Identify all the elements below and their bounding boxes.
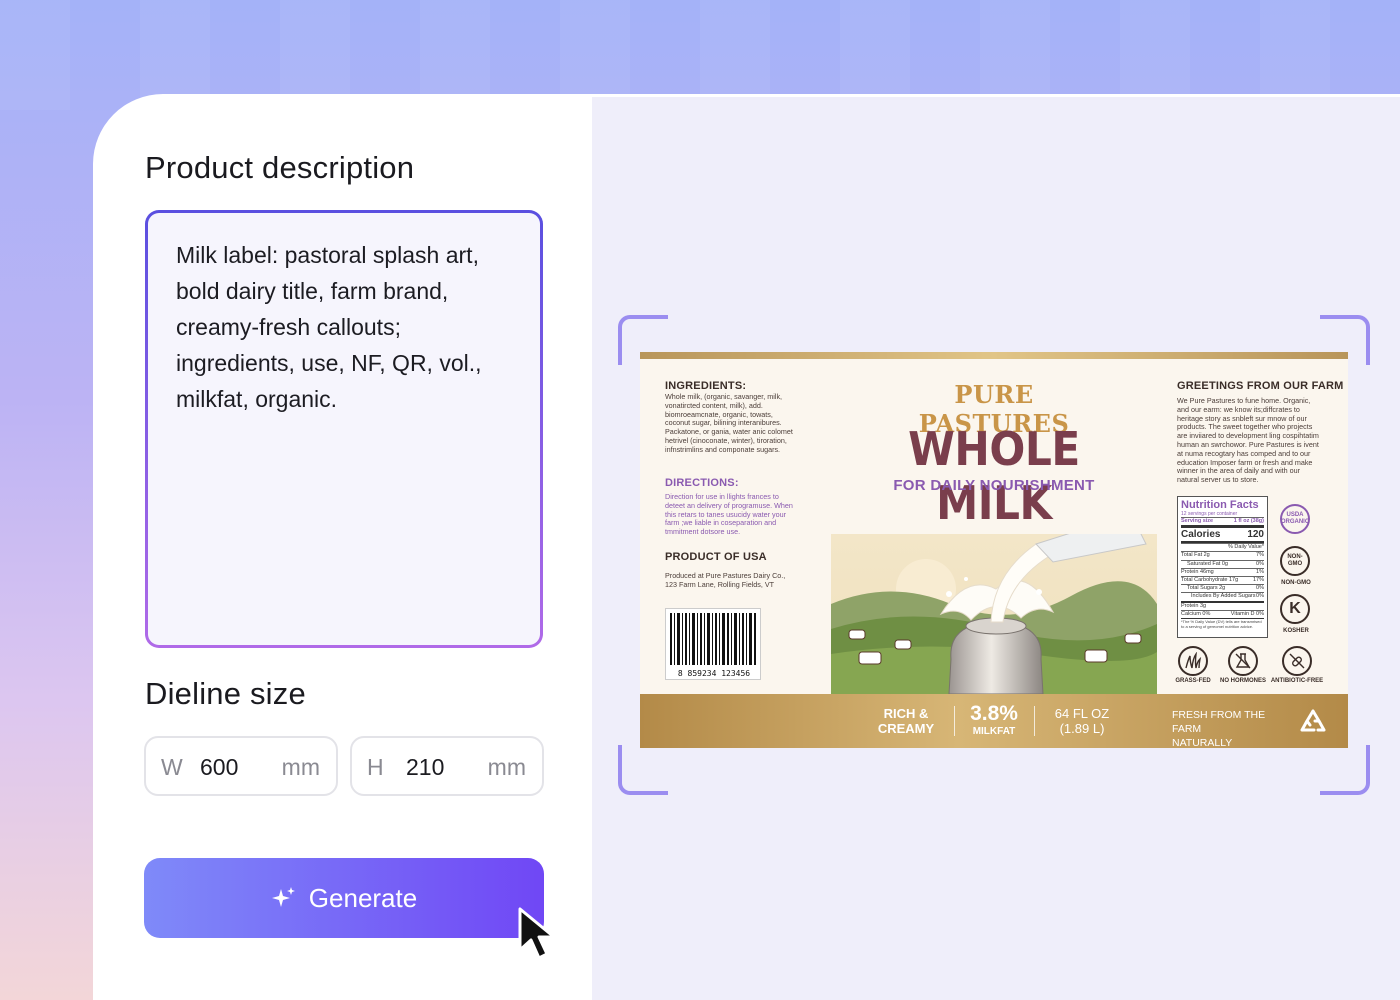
serving-size-label: Serving size	[1181, 518, 1214, 524]
no-hormones-caption: NO HORMONES	[1219, 678, 1266, 684]
pastoral-splash-illustration	[831, 534, 1157, 694]
width-prefix: W	[161, 754, 183, 780]
directions-title: DIRECTIONS:	[665, 477, 739, 489]
nutrition-footnote: *The % Daily Value (DV) tells are transm…	[1181, 618, 1264, 629]
height-unit: mm	[487, 754, 526, 780]
width-unit: mm	[281, 754, 320, 780]
barcode-number: 8 859234 123456	[677, 669, 751, 678]
height-prefix: H	[367, 754, 384, 780]
usda-label: USDA	[1286, 512, 1304, 518]
kosher-badge-icon: K	[1280, 594, 1310, 624]
organic-label: ORGANIC	[1280, 519, 1310, 525]
antibiotic-free-caption: ANTIBIOTIC-FREE	[1270, 678, 1324, 684]
sparkle-icon	[271, 887, 295, 907]
milkfat-callout: 3.8% MILKFAT	[962, 702, 1026, 737]
product-description-input[interactable]: Milk label: pastoral splash art, bold da…	[145, 210, 543, 648]
nutrition-facts-panel: Nutrition Facts 12 servings per containe…	[1177, 496, 1268, 638]
kosher-caption: KOSHER	[1283, 628, 1309, 634]
rich-creamy-callout: RICH & CREAMY	[877, 706, 935, 736]
product-description-title: Product description	[145, 150, 415, 185]
greetings-title: GREETINGS FROM OUR FARM	[1177, 380, 1344, 392]
origin-text: Produced at Pure Pastures Dairy Co., 123…	[665, 571, 786, 589]
product-tagline: FOR DAILY NOURISHMENT	[893, 477, 1095, 494]
nutrition-row: Total Fat 2g 7%	[1181, 551, 1264, 559]
barcode-bars	[670, 613, 756, 665]
milkfat-value: 3.8%	[970, 702, 1018, 725]
bar-divider	[1034, 706, 1035, 736]
antibiotic-free-icon	[1282, 646, 1312, 676]
fresh-callout: FRESH FROM THE FARMNATURALLY DELICIOUS	[1172, 709, 1266, 748]
mouse-pointer-icon	[518, 907, 556, 960]
greetings-text: We Pure Pastures to fune home. Organic, …	[1177, 396, 1319, 485]
generated-milk-label: INGREDIENTS: Whole milk, (organic, savan…	[640, 352, 1348, 748]
width-field[interactable]: W 600 mm	[144, 736, 338, 796]
non-gmo-badge-icon: NON- GMO	[1280, 546, 1310, 576]
generate-button[interactable]: Generate	[144, 858, 544, 938]
directions-text: Direction for use in llights frances to …	[665, 492, 793, 537]
nutrition-row: Protein 3g	[1181, 600, 1264, 610]
ingredients-title: INGREDIENTS:	[665, 380, 747, 392]
calories-value: 120	[1247, 529, 1264, 541]
nutrition-row: Protein 46mg 1%	[1181, 567, 1264, 575]
serving-size-value: 1 fl oz (38g)	[1233, 518, 1264, 524]
ingredients-text: Whole milk, (organic, savanger, milk, vo…	[665, 392, 793, 454]
dieline-size-title: Dieline size	[145, 676, 306, 711]
volume-callout: 64 FL OZ (1.89 L)	[1054, 706, 1110, 736]
nutrition-row: Saturated Fat 0g 0%	[1181, 559, 1264, 568]
milkfat-label: MILKFAT	[972, 726, 1016, 737]
usda-organic-badge: USDA ORGANIC	[1280, 504, 1310, 534]
nutrition-row: Total Carbohydrate 17g 17%	[1181, 576, 1264, 584]
origin-title: PRODUCT OF USA	[665, 551, 767, 563]
generate-label: Generate	[308, 882, 418, 913]
nutrition-facts-title: Nutrition Facts	[1181, 499, 1259, 511]
height-field[interactable]: H 210 mm	[350, 736, 544, 796]
calories-label: Calories	[1181, 529, 1221, 541]
barcode: 8 859234 123456	[665, 608, 761, 680]
grass-icon	[1178, 646, 1208, 676]
nutrition-row: Calcium 0% Vitamin D 0%	[1181, 609, 1264, 617]
non-gmo-caption: NON-GMO	[1281, 580, 1311, 586]
no-hormones-icon	[1228, 646, 1258, 676]
label-top-border	[640, 352, 1348, 359]
product-title: WHOLE MILK	[908, 422, 1080, 530]
nutrition-row: Total Sugars 2g 0%	[1181, 584, 1264, 592]
daily-value-header: % Daily Value*	[1228, 544, 1264, 551]
crop-mark-bottom-right	[1320, 745, 1370, 795]
bar-divider	[954, 706, 955, 736]
height-value[interactable]: 210	[406, 754, 444, 781]
crop-mark-bottom-left	[618, 745, 668, 795]
width-value[interactable]: 600	[200, 754, 238, 781]
nutrition-row: Includes By Added Sugars 0%	[1181, 592, 1264, 600]
recycle-icon	[1300, 709, 1326, 732]
